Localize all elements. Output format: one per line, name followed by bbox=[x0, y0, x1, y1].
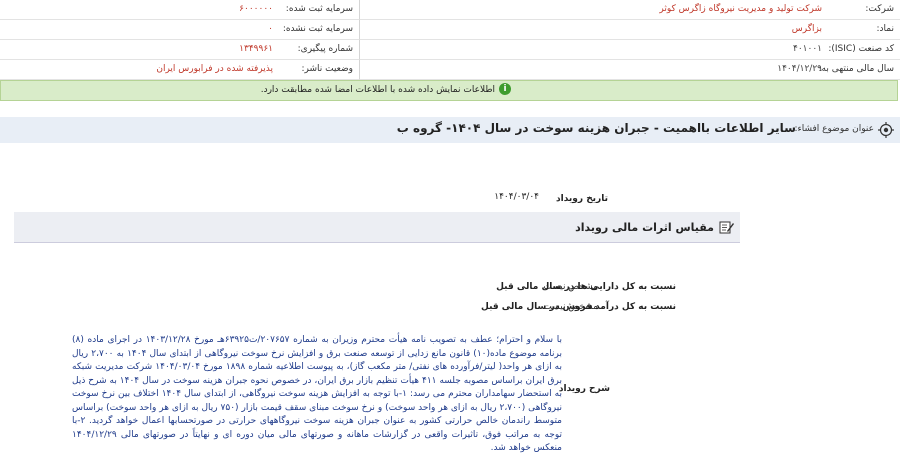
unreg-capital-label: سرمایه ثبت نشده: bbox=[282, 24, 353, 34]
banner-text: اطلاعات نمایش داده شده با اطلاعات امضا ش… bbox=[260, 85, 495, 95]
target-icon bbox=[878, 122, 894, 138]
symbol-row: نماد: بزاگرس bbox=[359, 20, 900, 40]
subject-label: عنوان موضوع افشاء: bbox=[794, 124, 874, 134]
fiscal-value: ۱۴۰۴/۱۲/۲۹ bbox=[777, 64, 822, 74]
event-date-value: ۱۴۰۴/۰۳/۰۴ bbox=[494, 192, 539, 202]
assets-ratio-value: مشخص نیست bbox=[543, 282, 598, 292]
sales-ratio-value: مشخص نیست bbox=[543, 302, 598, 312]
event-date-label: تاریخ رویداد bbox=[556, 194, 608, 204]
company-value: شرکت تولید و مدیریت نیروگاه زاگرس کوثر bbox=[659, 4, 822, 14]
company-header: شرکت: شرکت تولید و مدیریت نیروگاه زاگرس … bbox=[0, 0, 900, 80]
tracking-value: ۱۳۴۹۹۶۱ bbox=[239, 44, 273, 54]
info-icon: i bbox=[499, 83, 511, 95]
fiscal-label: سال مالی منتهی به: bbox=[818, 64, 894, 74]
publisher-row: وضعیت ناشر: پذیرفته شده در فرابورس ایران bbox=[0, 60, 359, 80]
unreg-capital-value: ۰ bbox=[268, 24, 273, 34]
fiscal-row: سال مالی منتهی به: ۱۴۰۴/۱۲/۲۹ bbox=[359, 60, 900, 80]
publisher-label: وضعیت ناشر: bbox=[301, 64, 353, 74]
reg-capital-value: ۶۰۰۰۰۰۰ bbox=[239, 4, 273, 14]
tracking-row: شماره پیگیری: ۱۳۴۹۹۶۱ bbox=[0, 40, 359, 60]
financial-impact-section-header: مقیاس اثرات مالی رویداد bbox=[14, 212, 740, 243]
page-title: سایر اطلاعات بااهمیت - جبران هزینه سوخت … bbox=[396, 121, 796, 135]
isic-value: ۴۰۱۰۰۱ bbox=[792, 44, 822, 54]
verification-banner: i اطلاعات نمایش داده شده با اطلاعات امضا… bbox=[0, 80, 898, 101]
pencil-note-icon bbox=[719, 221, 734, 234]
isic-row: کد صنعت (ISIC): ۴۰۱۰۰۱ bbox=[359, 40, 900, 60]
company-label: شرکت: bbox=[865, 4, 894, 14]
reg-capital-row: سرمایه ثبت شده: ۶۰۰۰۰۰۰ bbox=[0, 0, 359, 20]
subject-bar: عنوان موضوع افشاء: سایر اطلاعات بااهمیت … bbox=[0, 117, 900, 143]
reg-capital-label: سرمایه ثبت شده: bbox=[285, 4, 353, 14]
event-description-label: شرح رویداد bbox=[558, 384, 610, 394]
tracking-label: شماره پیگیری: bbox=[297, 44, 353, 54]
symbol-label: نماد: bbox=[876, 24, 895, 34]
event-description-text: با سلام و احترام؛ عطف به تصویب نامه هیأت… bbox=[72, 335, 563, 453]
company-row: شرکت: شرکت تولید و مدیریت نیروگاه زاگرس … bbox=[359, 0, 900, 20]
symbol-value: بزاگرس bbox=[791, 24, 822, 34]
publisher-value: پذیرفته شده در فرابورس ایران bbox=[156, 64, 273, 74]
section-title: مقیاس اثرات مالی رویداد bbox=[575, 221, 714, 234]
unreg-capital-row: سرمایه ثبت نشده: ۰ bbox=[0, 20, 359, 40]
isic-label: کد صنعت (ISIC): bbox=[828, 44, 894, 54]
